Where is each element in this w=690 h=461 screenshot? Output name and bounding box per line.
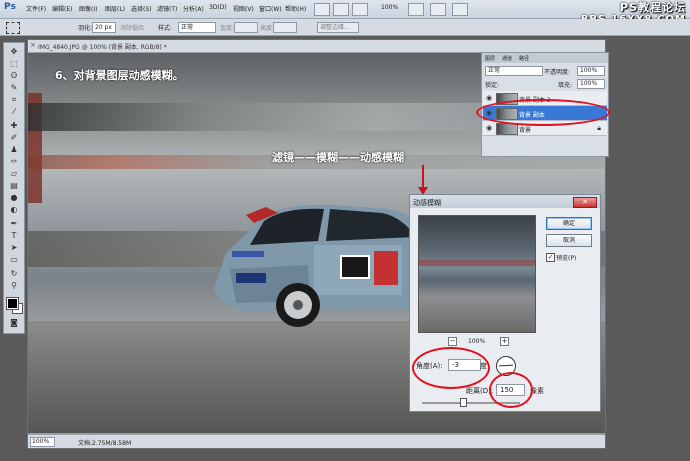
feather-label: 羽化:	[78, 25, 93, 32]
fill-label: 填充:	[558, 82, 573, 89]
preview-checkbox-label: 预览(P)	[556, 255, 577, 262]
bridge-button[interactable]	[314, 3, 330, 16]
distance-slider-thumb[interactable]	[460, 398, 467, 407]
preview-checkbox[interactable]: ✓	[546, 253, 555, 262]
filter-path-caption: 滤镜——模糊——动感模糊	[272, 151, 404, 164]
style-label: 样式:	[158, 25, 173, 32]
menu-edit[interactable]: 编辑(E)	[52, 4, 72, 13]
arrange-documents-button[interactable]	[430, 3, 446, 16]
menu-bar: Ps 文件(F) 编辑(E) 图像(I) 图层(L) 选择(S) 滤镜(T) 分…	[0, 0, 690, 25]
visibility-eye-icon[interactable]: ◉	[486, 94, 492, 102]
type-tool-icon[interactable]: T	[8, 231, 20, 241]
visibility-eye-icon[interactable]: ◉	[486, 124, 492, 132]
height-input[interactable]	[273, 22, 297, 33]
style-select[interactable]: 正常	[178, 22, 216, 33]
pen-tool-icon[interactable]: ✒	[8, 219, 20, 229]
feather-input[interactable]: 20 px	[92, 22, 116, 33]
gradient-tool-icon[interactable]: ▤	[8, 181, 20, 191]
height-label: 高度:	[260, 25, 275, 32]
filter-preview-image[interactable]	[418, 215, 536, 333]
cancel-button[interactable]: 取消	[546, 234, 592, 247]
brush-tool-icon[interactable]: ✐	[8, 133, 20, 143]
refine-edge-button[interactable]: 调整边缘...	[317, 22, 359, 33]
dodge-tool-icon[interactable]: ◐	[8, 205, 20, 215]
menu-3d[interactable]: 3D(D)	[209, 4, 227, 11]
dialog-close-button[interactable]: ✕	[573, 197, 597, 208]
view-extras-button[interactable]	[352, 3, 368, 16]
angle-dial-hand	[498, 364, 514, 367]
highlight-ellipse-angle	[412, 347, 490, 389]
zoom-tool-icon[interactable]: ⚲	[8, 281, 20, 291]
workspace-background	[607, 39, 687, 447]
eraser-tool-icon[interactable]: ▱	[8, 169, 20, 179]
healing-brush-tool-icon[interactable]: ✚	[8, 121, 20, 131]
menu-analysis[interactable]: 分析(A)	[183, 4, 204, 13]
preview-blur-band	[419, 260, 535, 266]
opacity-label: 不透明度:	[544, 69, 571, 76]
crop-tool-icon[interactable]: ⌗	[8, 95, 20, 105]
screen-mode-button[interactable]	[452, 3, 468, 16]
menu-layer[interactable]: 图层(L)	[105, 4, 125, 13]
layer-name: 背景	[519, 127, 532, 134]
highlight-ellipse-distance	[489, 372, 533, 408]
clone-stamp-tool-icon[interactable]: ♟	[8, 145, 20, 155]
photoshop-window: Ps 文件(F) 编辑(E) 图像(I) 图层(L) 选择(S) 滤镜(T) 分…	[0, 0, 690, 461]
width-label: 宽度:	[220, 25, 235, 32]
status-bar: 100% 文档:2.75M/8.58M	[28, 434, 605, 448]
menu-view[interactable]: 视图(V)	[233, 4, 254, 13]
opacity-input[interactable]: 100%	[577, 66, 605, 76]
marquee-tool-icon[interactable]: ⬚	[8, 59, 20, 69]
move-tool-icon[interactable]: ✥	[8, 47, 20, 57]
lock-icon: 🔒︎	[597, 124, 601, 132]
preview-zoom-level: 100%	[468, 338, 486, 345]
ok-button[interactable]: 确定	[546, 217, 592, 230]
path-selection-tool-icon[interactable]: ➤	[8, 243, 20, 253]
menu-image[interactable]: 图像(I)	[79, 4, 97, 13]
panel-tabs: 图层 通道 路径	[482, 53, 608, 63]
menu-help[interactable]: 帮助(H)	[285, 4, 306, 13]
lasso-tool-icon[interactable]: ʘ	[8, 71, 20, 81]
document-title: IMG_4840.JPG @ 100% (背景 副本, RGB/8) *	[38, 44, 167, 51]
marquee-tool-preset-icon[interactable]	[6, 22, 20, 34]
width-input[interactable]	[234, 22, 258, 33]
options-bar: 羽化: 20 px 消除锯齿 样式: 正常 宽度: 高度: 调整边缘...	[0, 19, 690, 36]
dialog-titlebar[interactable]: 动感模糊 ✕	[410, 195, 600, 208]
hand-tool-button[interactable]	[408, 3, 424, 16]
zoom-out-button[interactable]: −	[448, 337, 457, 346]
mini-bridge-button[interactable]	[333, 3, 349, 16]
menu-filter[interactable]: 滤镜(T)	[157, 4, 177, 13]
tab-paths[interactable]: 路径	[519, 55, 529, 62]
menu-window[interactable]: 窗口(W)	[259, 4, 282, 13]
menu-select[interactable]: 选择(S)	[131, 4, 152, 13]
photoshop-logo: Ps	[4, 2, 16, 12]
blur-tool-icon[interactable]: ●	[8, 193, 20, 203]
shape-tool-icon[interactable]: ▭	[8, 255, 20, 265]
foreground-color-swatch[interactable]	[6, 297, 19, 310]
workspace-background	[0, 449, 690, 461]
close-icon[interactable]: ×	[30, 42, 36, 49]
blend-mode-select[interactable]: 正常	[485, 66, 543, 76]
history-brush-tool-icon[interactable]: ✑	[8, 157, 20, 167]
highlight-ellipse-layer	[476, 99, 610, 126]
menu-file[interactable]: 文件(F)	[26, 4, 46, 13]
dialog-title: 动感模糊	[413, 199, 441, 207]
document-size-readout[interactable]: 文档:2.75M/8.58M	[78, 438, 131, 447]
quick-selection-tool-icon[interactable]: ✎	[8, 83, 20, 93]
status-zoom-input[interactable]: 100%	[30, 437, 55, 447]
tab-channels[interactable]: 通道	[502, 55, 512, 62]
tools-panel: ✥ ⬚ ʘ ✎ ⌗ ⁄ ✚ ✐ ♟ ✑ ▱ ▤ ● ◐ ✒ T ➤ ▭ ↻ ⚲ …	[3, 42, 25, 334]
zoom-in-button[interactable]: +	[500, 337, 509, 346]
fill-input[interactable]: 100%	[577, 79, 605, 89]
zoom-level-readout[interactable]: 100%	[381, 4, 398, 11]
step-caption: 6、对背景图层动感模糊。	[55, 69, 184, 82]
quick-mask-icon[interactable]: ◙	[8, 318, 20, 328]
lock-label: 锁定:	[485, 82, 500, 89]
eyedropper-tool-icon[interactable]: ⁄	[8, 107, 20, 117]
watermark-title: PS教程论坛	[620, 1, 686, 14]
tab-layers[interactable]: 图层	[485, 55, 495, 62]
antialias-checkbox[interactable]: 消除锯齿	[120, 23, 144, 32]
3d-rotate-tool-icon[interactable]: ↻	[8, 269, 20, 279]
